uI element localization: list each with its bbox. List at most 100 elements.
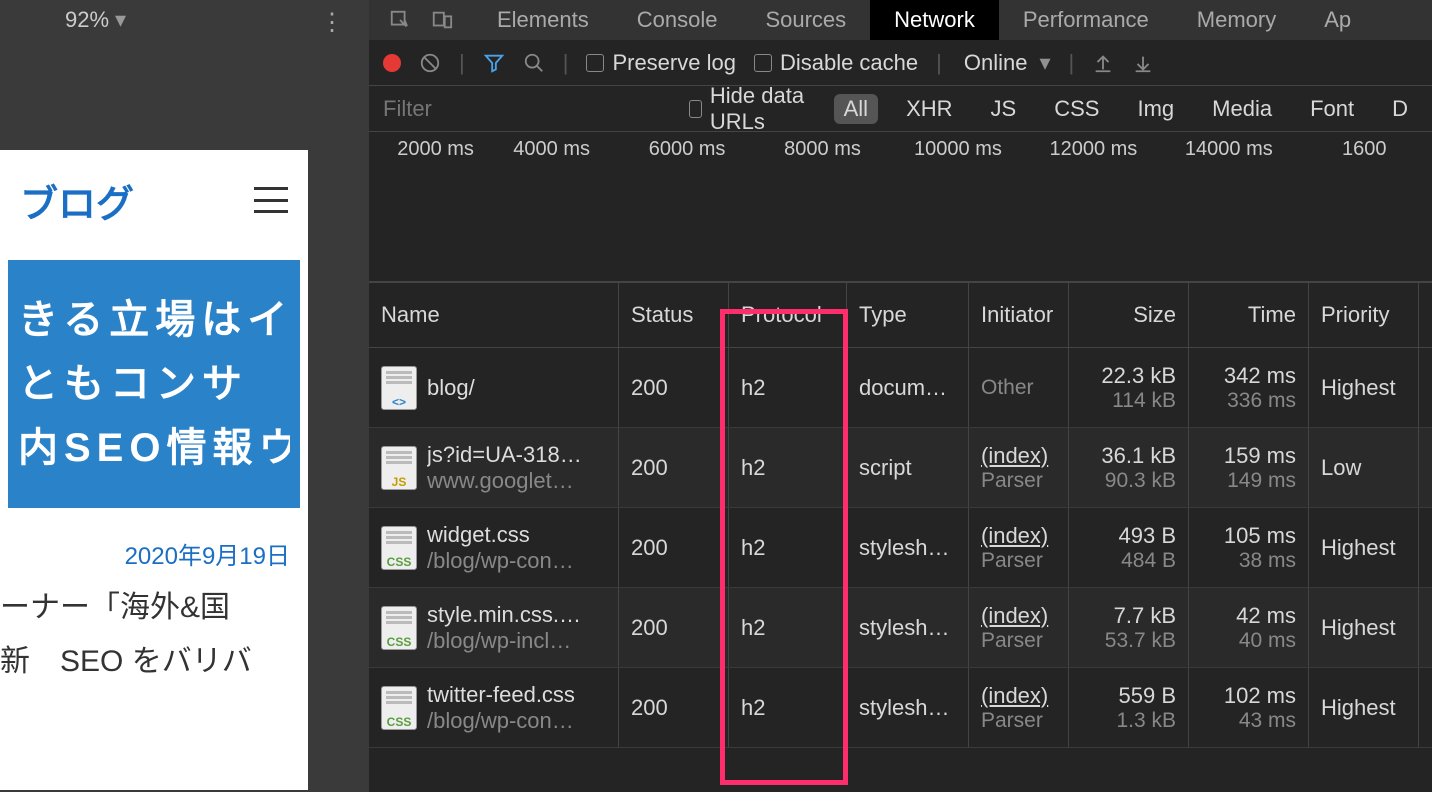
col-protocol[interactable]: Protocol [729, 283, 847, 347]
cell-initiator[interactable]: (index)Parser [969, 428, 1069, 507]
timeline-tick: 1600 [1297, 138, 1432, 161]
timeline-tick: 10000 ms [890, 138, 1025, 161]
col-type[interactable]: Type [847, 283, 969, 347]
kebab-menu-icon[interactable]: ⋮ [320, 8, 344, 37]
devtools-tabs: Elements Console Sources Network Perform… [369, 0, 1432, 40]
request-path: /blog/wp-con… [427, 708, 575, 734]
col-time[interactable]: Time [1189, 283, 1309, 347]
cell-initiator[interactable]: (index)Parser [969, 508, 1069, 587]
cell-initiator[interactable]: Other [969, 348, 1069, 427]
mobile-viewport: ブログ きる立場はイ ともコンサ 内SEO情報ウ 2020年9月19日 ーナー「… [0, 150, 308, 790]
file-type-icon: CSS [381, 606, 417, 650]
cell-priority: Highest [1309, 508, 1419, 587]
table-row[interactable]: CSS twitter-feed.css/blog/wp-con… 200 h2… [369, 668, 1432, 748]
request-path: www.googlet… [427, 468, 582, 494]
cell-status: 200 [619, 508, 729, 587]
device-preview-pane: 92% ▾ ⋮ ブログ きる立場はイ ともコンサ 内SEO情報ウ 2020年9月… [0, 0, 369, 792]
cell-size: 493 B484 B [1069, 508, 1189, 587]
request-name: js?id=UA-318… [427, 442, 582, 468]
type-filter-media[interactable]: Media [1202, 94, 1282, 124]
cell-status: 200 [619, 588, 729, 667]
site-logo[interactable]: ブログ [20, 173, 134, 228]
table-row[interactable]: JS js?id=UA-318…www.googlet… 200 h2 scri… [369, 428, 1432, 508]
waterfall-timeline[interactable]: 2000 ms 4000 ms 6000 ms 8000 ms 10000 ms… [369, 132, 1432, 282]
timeline-tick: 2000 ms [369, 138, 484, 161]
clear-icon[interactable] [419, 52, 441, 74]
col-status[interactable]: Status [619, 283, 729, 347]
filter-icon[interactable] [483, 52, 505, 74]
network-table-header: Name Status Protocol Type Initiator Size… [369, 282, 1432, 348]
tab-elements[interactable]: Elements [473, 0, 613, 40]
timeline-tick: 14000 ms [1161, 138, 1296, 161]
tab-application[interactable]: Ap [1300, 0, 1375, 40]
cell-time: 159 ms149 ms [1189, 428, 1309, 507]
throttle-select[interactable]: Online▾ [964, 50, 1051, 76]
cell-type: stylesh… [847, 508, 969, 587]
cell-protocol: h2 [729, 588, 847, 667]
site-header: ブログ [0, 150, 308, 250]
cell-priority: Highest [1309, 348, 1419, 427]
cell-size: 36.1 kB90.3 kB [1069, 428, 1189, 507]
table-row[interactable]: CSS style.min.css.…/blog/wp-incl… 200 h2… [369, 588, 1432, 668]
table-row[interactable]: CSS widget.css/blog/wp-con… 200 h2 style… [369, 508, 1432, 588]
hamburger-icon[interactable] [254, 187, 288, 213]
chevron-down-icon: ▾ [1039, 50, 1050, 76]
download-icon[interactable] [1132, 52, 1154, 74]
type-filter-font[interactable]: Font [1300, 94, 1364, 124]
type-filter-js[interactable]: JS [981, 94, 1027, 124]
hide-data-urls-checkbox[interactable]: Hide data URLs [689, 83, 816, 135]
cell-protocol: h2 [729, 348, 847, 427]
cell-protocol: h2 [729, 508, 847, 587]
cell-status: 200 [619, 668, 729, 747]
tab-network[interactable]: Network [870, 0, 999, 40]
col-size[interactable]: Size [1069, 283, 1189, 347]
cell-size: 22.3 kB114 kB [1069, 348, 1189, 427]
zoom-level[interactable]: 92% [65, 7, 109, 33]
type-filter-img[interactable]: Img [1127, 94, 1184, 124]
disable-cache-checkbox[interactable]: Disable cache [754, 50, 918, 76]
post-body: 新 SEO をバリバ [0, 635, 308, 689]
cell-initiator[interactable]: (index)Parser [969, 588, 1069, 667]
col-name[interactable]: Name [369, 283, 619, 347]
chevron-down-icon[interactable]: ▾ [115, 7, 126, 33]
file-type-icon: CSS [381, 686, 417, 730]
device-toggle-icon[interactable] [431, 9, 453, 31]
timeline-tick: 4000 ms [484, 138, 619, 161]
cell-priority: Highest [1309, 588, 1419, 667]
network-toolbar: | | Preserve log Disable cache | Online▾… [369, 40, 1432, 86]
post-body: ーナー「海外&国 [0, 581, 308, 635]
cell-size: 559 B1.3 kB [1069, 668, 1189, 747]
filter-input[interactable] [383, 96, 671, 122]
inspect-icon[interactable] [389, 9, 411, 31]
cell-protocol: h2 [729, 428, 847, 507]
cell-type: script [847, 428, 969, 507]
tab-console[interactable]: Console [613, 0, 742, 40]
type-filter-xhr[interactable]: XHR [896, 94, 962, 124]
col-priority[interactable]: Priority [1309, 283, 1419, 347]
cell-status: 200 [619, 428, 729, 507]
tab-performance[interactable]: Performance [999, 0, 1173, 40]
col-initiator[interactable]: Initiator [969, 283, 1069, 347]
search-icon[interactable] [523, 52, 545, 74]
post-date: 2020年9月19日 [0, 518, 308, 581]
type-filter-all[interactable]: All [834, 94, 878, 124]
preserve-log-checkbox[interactable]: Preserve log [586, 50, 736, 76]
type-filter-doc[interactable]: D [1382, 94, 1418, 124]
request-name: twitter-feed.css [427, 682, 575, 708]
cell-initiator[interactable]: (index)Parser [969, 668, 1069, 747]
cell-type: stylesh… [847, 588, 969, 667]
record-button[interactable] [383, 54, 401, 72]
upload-icon[interactable] [1092, 52, 1114, 74]
type-filter-css[interactable]: CSS [1044, 94, 1109, 124]
filter-bar: Hide data URLs All XHR JS CSS Img Media … [369, 86, 1432, 132]
network-table-body: <> blog/ 200 h2 docum… Other 22.3 kB114 … [369, 348, 1432, 748]
cell-protocol: h2 [729, 668, 847, 747]
timeline-tick: 8000 ms [755, 138, 890, 161]
tab-memory[interactable]: Memory [1173, 0, 1300, 40]
hero-block: きる立場はイ ともコンサ 内SEO情報ウ [8, 260, 300, 508]
cell-type: docum… [847, 348, 969, 427]
tab-sources[interactable]: Sources [741, 0, 870, 40]
hero-text: 内SEO情報ウ [18, 416, 290, 480]
request-path: /blog/wp-incl… [427, 628, 581, 654]
table-row[interactable]: <> blog/ 200 h2 docum… Other 22.3 kB114 … [369, 348, 1432, 428]
